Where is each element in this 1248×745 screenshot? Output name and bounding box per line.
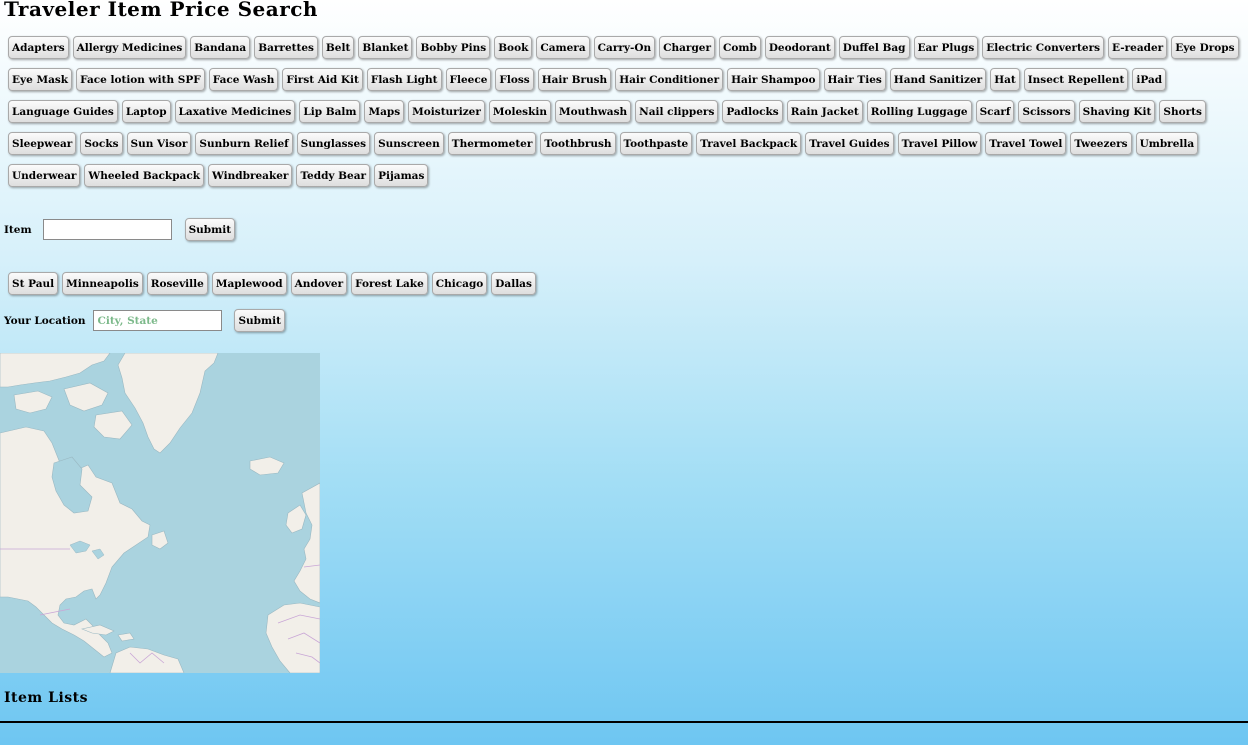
item-button-sleepwear[interactable]: Sleepwear [8, 132, 77, 155]
item-button-moisturizer[interactable]: Moisturizer [408, 100, 485, 123]
item-button-mouthwash[interactable]: Mouthwash [555, 100, 632, 123]
item-lists-heading: Item Lists [4, 690, 89, 706]
item-button-hair-ties[interactable]: Hair Ties [823, 68, 886, 91]
item-button-tweezers[interactable]: Tweezers [1070, 132, 1132, 155]
item-search-form: Item Submit [4, 218, 236, 241]
divider [0, 721, 1248, 723]
item-button-pijamas[interactable]: Pijamas [374, 164, 429, 187]
item-button-windbreaker[interactable]: Windbreaker [208, 164, 293, 187]
city-button-chicago[interactable]: Chicago [431, 272, 488, 295]
map-view[interactable] [0, 353, 320, 673]
item-button-camera[interactable]: Camera [536, 36, 590, 59]
item-button-deodorant[interactable]: Deodorant [764, 36, 835, 59]
item-button-shaving-kit[interactable]: Shaving Kit [1078, 100, 1156, 123]
item-button-e-reader[interactable]: E-reader [1108, 36, 1168, 59]
item-button-shorts[interactable]: Shorts [1159, 100, 1206, 123]
item-button-language-guides[interactable]: Language Guides [8, 100, 118, 123]
item-button-hair-conditioner[interactable]: Hair Conditioner [615, 68, 724, 91]
item-button-scissors[interactable]: Scissors [1018, 100, 1075, 123]
city-button-list: St Paul Minneapolis Roseville Maplewood Ando… [8, 272, 536, 295]
item-button-flash-light[interactable]: Flash Light [366, 68, 442, 91]
item-button-wheeled-backpack[interactable]: Wheeled Backpack [84, 164, 205, 187]
item-button-blanket[interactable]: Blanket [358, 36, 413, 59]
location-submit-button[interactable]: Submit [234, 309, 285, 332]
item-button-bobby-pins[interactable]: Bobby Pins [416, 36, 491, 59]
item-button-moleskin[interactable]: Moleskin [488, 100, 551, 123]
item-button-travel-towel[interactable]: Travel Towel [985, 132, 1067, 155]
item-button-charger[interactable]: Charger [659, 36, 716, 59]
city-button-minneapolis[interactable]: Minneapolis [62, 272, 143, 295]
location-input[interactable] [93, 310, 223, 331]
item-button-travel-pillow[interactable]: Travel Pillow [897, 132, 982, 155]
item-button-bandana[interactable]: Bandana [190, 36, 251, 59]
item-button-insect-repellent[interactable]: Insect Repellent [1023, 68, 1129, 91]
item-button-travel-backpack[interactable]: Travel Backpack [696, 132, 802, 155]
item-button-thermometer[interactable]: Thermometer [447, 132, 537, 155]
item-button-first-aid-kit[interactable]: First Aid Kit [282, 68, 363, 91]
item-button-fleece[interactable]: Fleece [445, 68, 492, 91]
item-button-laxative-medicines[interactable]: Laxative Medicines [174, 100, 296, 123]
item-button-toothpaste[interactable]: Toothpaste [619, 132, 693, 155]
item-button-face-lotion-with-spf[interactable]: Face lotion with SPF [76, 68, 205, 91]
city-button-maplewood[interactable]: Maplewood [211, 272, 287, 295]
item-button-sunburn-relief[interactable]: Sunburn Relief [195, 132, 293, 155]
item-button-belt[interactable]: Belt [321, 36, 355, 59]
item-button-hair-brush[interactable]: Hair Brush [537, 68, 612, 91]
location-label: Your Location [4, 314, 86, 327]
item-button-eye-drops[interactable]: Eye Drops [1171, 36, 1239, 59]
map-tiles [0, 353, 320, 673]
item-button-teddy-bear[interactable]: Teddy Bear [296, 164, 371, 187]
item-button-sunglasses[interactable]: Sunglasses [296, 132, 371, 155]
item-submit-button[interactable]: Submit [184, 218, 236, 241]
item-button-carry-on[interactable]: Carry-On [593, 36, 656, 59]
item-button-laptop[interactable]: Laptop [121, 100, 171, 123]
item-button-hat[interactable]: Hat [990, 68, 1020, 91]
item-button-rolling-luggage[interactable]: Rolling Luggage [866, 100, 972, 123]
item-button-rain-jacket[interactable]: Rain Jacket [786, 100, 863, 123]
item-button-lip-balm[interactable]: Lip Balm [299, 100, 361, 123]
item-button-nail-clippers[interactable]: Nail clippers [635, 100, 719, 123]
item-button-ipad[interactable]: iPad [1132, 68, 1167, 91]
item-button-ear-plugs[interactable]: Ear Plugs [913, 36, 979, 59]
page-title: Traveler Item Price Search [4, 0, 318, 21]
item-button-eye-mask[interactable]: Eye Mask [8, 68, 73, 91]
item-button-sun-visor[interactable]: Sun Visor [126, 132, 192, 155]
item-button-padlocks[interactable]: Padlocks [722, 100, 783, 123]
city-button-roseville[interactable]: Roseville [146, 272, 208, 295]
item-button-list: Adapters Allergy Medicines Bandana Barrette… [8, 36, 1244, 187]
item-button-face-wash[interactable]: Face Wash [208, 68, 279, 91]
item-button-floss[interactable]: Floss [495, 68, 534, 91]
city-button-dallas[interactable]: Dallas [491, 272, 536, 295]
item-button-adapters[interactable]: Adapters [8, 36, 69, 59]
item-button-socks[interactable]: Socks [80, 132, 123, 155]
item-button-duffel-bag[interactable]: Duffel Bag [838, 36, 910, 59]
item-button-book[interactable]: Book [494, 36, 533, 59]
item-button-sunscreen[interactable]: Sunscreen [374, 132, 444, 155]
item-button-toothbrush[interactable]: Toothbrush [540, 132, 616, 155]
location-form: Your Location Submit [4, 309, 285, 332]
item-button-underwear[interactable]: Underwear [8, 164, 81, 187]
city-button-andover[interactable]: Andover [290, 272, 348, 295]
item-button-maps[interactable]: Maps [364, 100, 405, 123]
city-button-forest-lake[interactable]: Forest Lake [351, 272, 428, 295]
city-button-st-paul[interactable]: St Paul [8, 272, 59, 295]
item-input[interactable] [42, 219, 172, 240]
item-label: Item [4, 223, 32, 236]
item-button-barrettes[interactable]: Barrettes [254, 36, 318, 59]
item-button-comb[interactable]: Comb [719, 36, 761, 59]
item-button-electric-converters[interactable]: Electric Converters [982, 36, 1105, 59]
item-button-umbrella[interactable]: Umbrella [1135, 132, 1199, 155]
item-button-allergy-medicines[interactable]: Allergy Medicines [72, 36, 187, 59]
item-button-travel-guides[interactable]: Travel Guides [805, 132, 894, 155]
item-button-hair-shampoo[interactable]: Hair Shampoo [727, 68, 820, 91]
item-button-scarf[interactable]: Scarf [975, 100, 1015, 123]
item-button-hand-sanitizer[interactable]: Hand Sanitizer [889, 68, 987, 91]
